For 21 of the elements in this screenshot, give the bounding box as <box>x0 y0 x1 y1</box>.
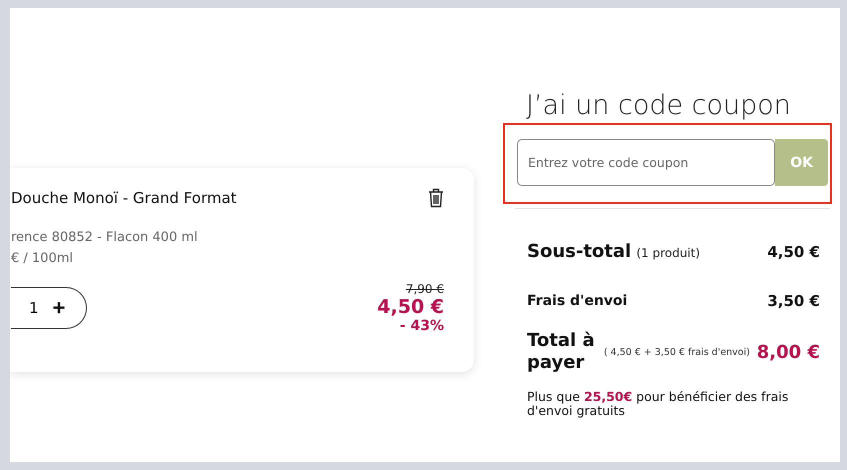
total-value: 8,00 € <box>756 342 820 362</box>
product-name: Douche Monoï - Grand Format <box>11 189 237 207</box>
old-price: 7,90 € <box>406 282 444 296</box>
shipping-label: Frais d'envoi <box>527 293 628 309</box>
total-label: Total à payer <box>527 330 596 374</box>
coupon-field[interactable]: Entrez votre code coupon <box>517 139 776 186</box>
coupon-heading: J’ai un code coupon <box>525 90 792 121</box>
shipping-value: 3,50 € <box>767 292 820 310</box>
free-shipping-note: Plus que 25,50€ pour bénéficier des frais d'envoi gratuits <box>526 390 790 418</box>
discount-percent: - 43% <box>400 318 444 334</box>
trash-icon[interactable] <box>428 188 444 208</box>
subtotal-label: Sous-total <box>527 241 632 262</box>
quantity-stepper[interactable]: 1 + <box>11 287 87 329</box>
total-breakdown: ( 4,50 € + 3,50 € frais d'envoi) <box>604 346 750 358</box>
unit-price: € / 100ml <box>11 251 74 266</box>
product-reference: rence 80852 - Flacon 400 ml <box>11 230 199 245</box>
sale-price: 4,50 € <box>377 296 444 318</box>
increase-button[interactable]: + <box>52 295 66 321</box>
product-count: (1 produit) <box>636 246 700 260</box>
subtotal-value: 4,50 € <box>767 242 820 260</box>
quantity-value: 1 <box>29 299 39 317</box>
